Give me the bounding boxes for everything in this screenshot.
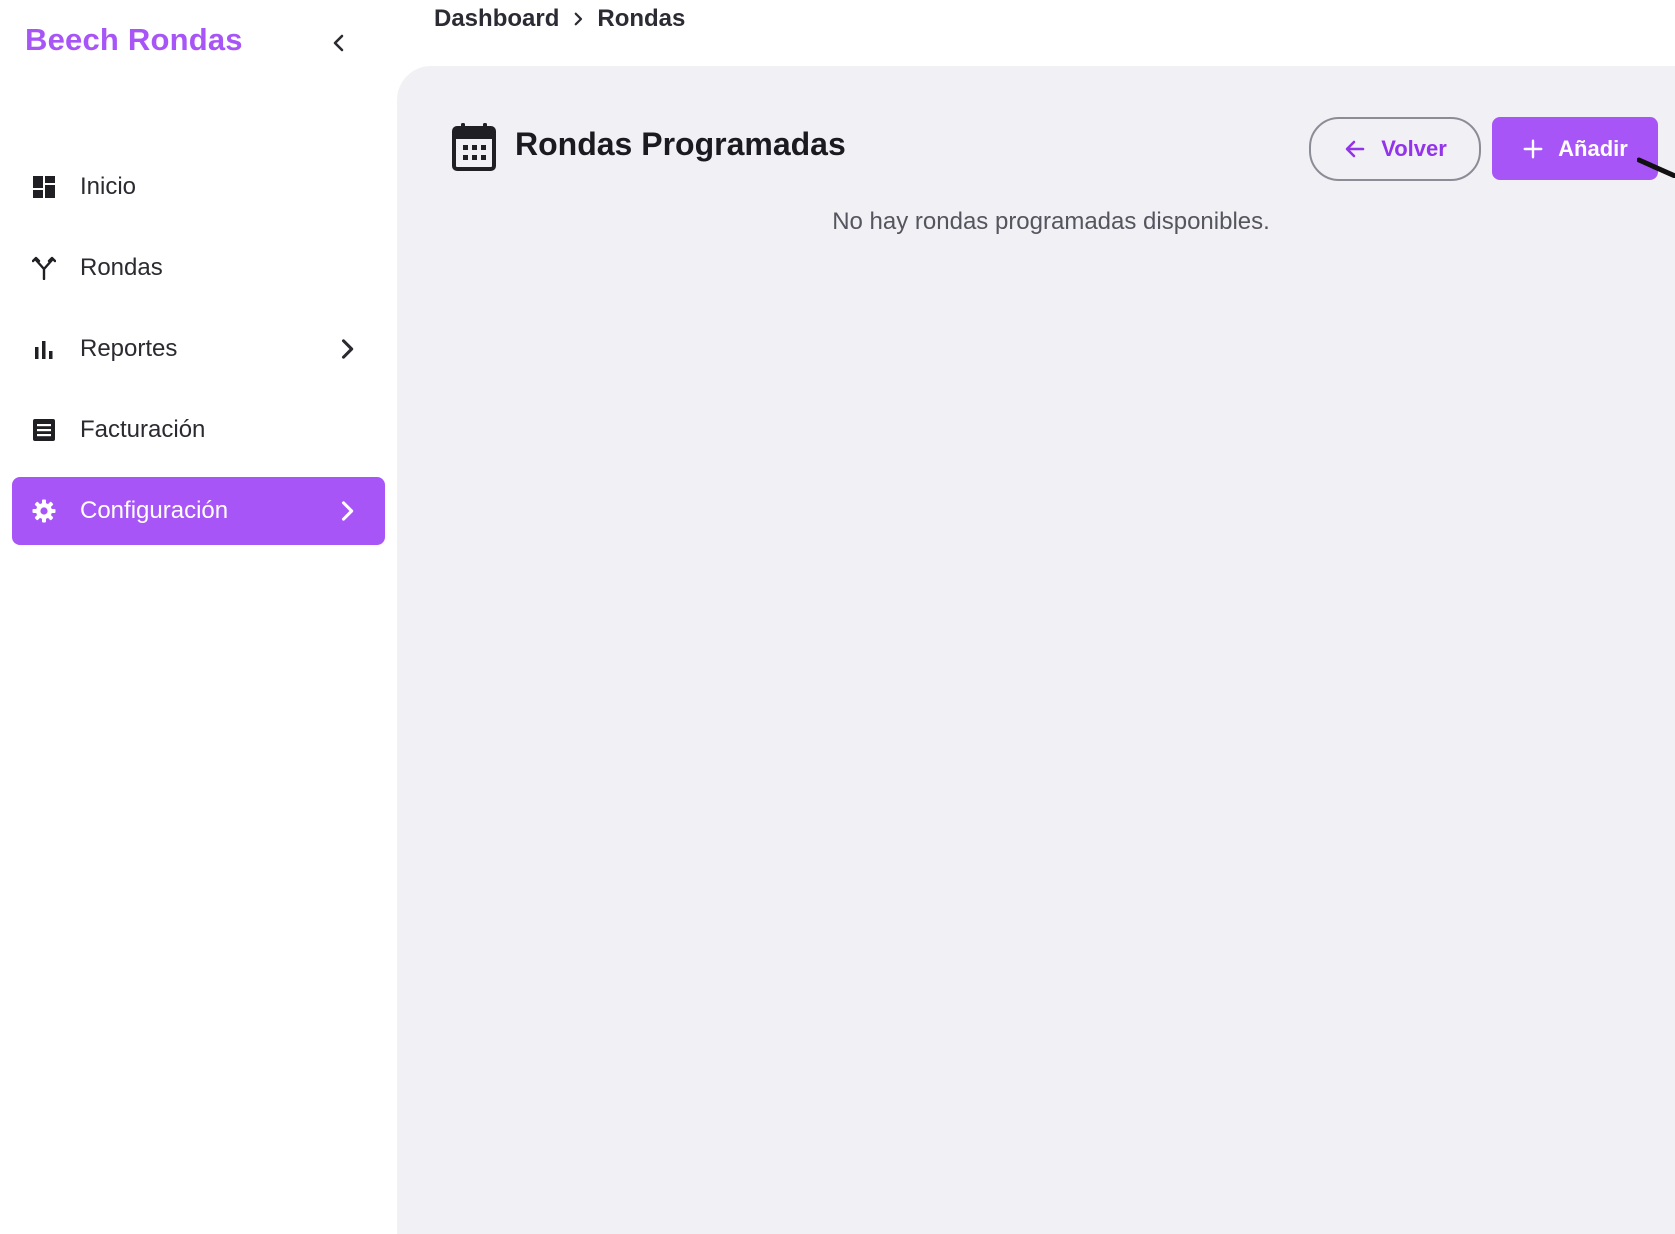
chevron-right-icon [574,12,583,26]
dashboard-icon [33,176,55,198]
gear-icon [32,499,56,523]
breadcrumb: Dashboard Rondas [434,5,685,33]
back-button-label: Volver [1381,136,1447,161]
breadcrumb-current: Rondas [597,5,686,32]
calendar-icon [452,123,496,171]
main-panel: Rondas Programadas Volver Añadir No hay … [397,66,1675,1234]
arrow-left-icon [1345,140,1365,158]
arrow-pointer-icon [1637,157,1675,178]
invoice-icon [33,419,55,441]
plus-icon [1523,139,1543,158]
sidebar-item-label: Facturación [80,416,206,443]
collapse-sidebar-button[interactable] [322,26,356,60]
bar-chart-icon [35,341,53,359]
sidebar-nav: Inicio Rondas Reportes Facturación Confi… [12,153,385,558]
add-button-label: Añadir [1558,135,1628,161]
sidebar-item-reportes[interactable]: Reportes [12,315,385,383]
sidebar: Beech Rondas Inicio Rondas Reportes Fact… [0,0,395,1234]
chevron-right-icon [341,339,354,359]
sidebar-item-configuracion[interactable]: Configuración [12,477,385,545]
brand-logo: Beech Rondas [25,22,243,57]
back-button[interactable]: Volver [1309,117,1481,181]
fork-icon [32,256,56,280]
sidebar-item-label: Inicio [80,173,137,200]
sidebar-item-facturacion[interactable]: Facturación [12,396,385,464]
add-button[interactable]: Añadir [1492,117,1658,180]
breadcrumb-dashboard-link[interactable]: Dashboard [434,5,559,33]
sidebar-item-inicio[interactable]: Inicio [12,153,385,221]
chevron-left-icon [333,34,344,52]
sidebar-item-label: Configuración [80,497,229,524]
sidebar-item-label: Rondas [80,254,163,281]
sidebar-item-label: Reportes [80,335,178,362]
page-title: Rondas Programadas [515,126,846,162]
empty-state-message: No hay rondas programadas disponibles. [832,208,1270,235]
sidebar-item-rondas[interactable]: Rondas [12,234,385,302]
chevron-right-icon [341,501,354,521]
